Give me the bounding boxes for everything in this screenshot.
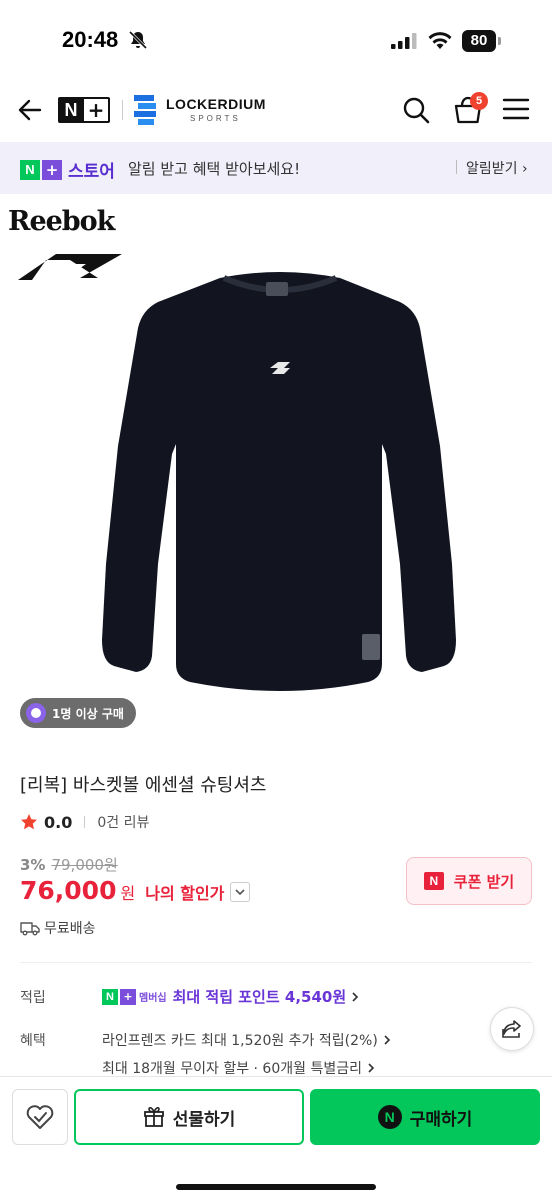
nplus-logo-plus: + bbox=[84, 99, 108, 121]
store-header: N + LOCKERDIUM SPORTS 5 bbox=[0, 80, 552, 142]
max-point-text: 최대 적립 포인트 4,540원 bbox=[172, 988, 347, 1006]
sale-price: 76,000 bbox=[20, 876, 117, 905]
brand-logo: Reebok bbox=[8, 206, 128, 280]
wifi-icon bbox=[428, 32, 452, 49]
store-logo-name: LOCKERDIUM bbox=[166, 96, 266, 112]
chevron-down-icon bbox=[235, 889, 245, 896]
rating-row[interactable]: 0.0 0건 리뷰 bbox=[20, 812, 149, 832]
discount-detail-toggle[interactable] bbox=[230, 882, 251, 902]
back-arrow-icon[interactable] bbox=[14, 94, 46, 126]
buy-button[interactable]: N 구매하기 bbox=[310, 1089, 540, 1145]
chevron-right-icon bbox=[352, 991, 359, 1002]
notice-separator bbox=[456, 160, 457, 174]
product-image bbox=[102, 272, 456, 691]
notification-banner[interactable]: N + 스토어 알림 받고 혜택 받아보세요! 알림받기 › bbox=[0, 142, 552, 194]
store-logo[interactable]: LOCKERDIUM SPORTS bbox=[134, 94, 266, 128]
price-unit: 원 bbox=[120, 884, 136, 903]
installment-benefit-row[interactable]: 최대 18개월 무이자 할부 · 60개월 특별금리 bbox=[102, 1058, 376, 1078]
battery-level: 80 bbox=[462, 30, 496, 52]
delivery-truck-icon bbox=[20, 922, 40, 936]
battery-icon: 80 bbox=[462, 30, 502, 52]
buy-button-label: 구매하기 bbox=[409, 1109, 473, 1130]
shipping-info: 무료배송 bbox=[20, 918, 96, 938]
discount-row: 3% 79,000원 bbox=[20, 854, 118, 875]
original-price: 79,000원 bbox=[51, 856, 118, 874]
product-image-gallery[interactable]: Reebok 1명 이상 구매 bbox=[0, 194, 552, 744]
nplus-logo-n: N bbox=[64, 100, 78, 120]
nplus-membership-badge: N + 멤버십 bbox=[102, 988, 167, 1005]
membership-n: N bbox=[102, 988, 118, 1005]
home-indicator[interactable] bbox=[176, 1184, 376, 1190]
section-divider bbox=[20, 962, 532, 963]
npay-icon: N bbox=[377, 1105, 402, 1129]
gift-button[interactable]: 선물하기 bbox=[74, 1089, 304, 1145]
notification-subscribe-link[interactable]: 알림받기 › bbox=[466, 158, 528, 178]
star-icon bbox=[21, 814, 37, 830]
hamburger-menu-icon[interactable] bbox=[502, 96, 530, 122]
purchase-chip-label: 1명 이상 구매 bbox=[52, 706, 124, 721]
search-icon[interactable] bbox=[400, 94, 432, 126]
bell-off-icon bbox=[128, 30, 148, 50]
nplus-store-brand: N + 스토어 bbox=[20, 157, 115, 182]
notice-text: 알림 받고 혜택 받아보세요! bbox=[128, 160, 301, 178]
header-divider bbox=[122, 100, 123, 120]
nplus-logo[interactable]: N + bbox=[58, 97, 110, 123]
brand-logo-text: Reebok bbox=[8, 206, 115, 237]
point-label: 적립 bbox=[20, 990, 46, 1006]
rating-value: 0.0 bbox=[44, 812, 73, 832]
rating-separator bbox=[84, 816, 86, 828]
membership-text: 멤버십 bbox=[139, 993, 167, 1004]
shipping-label: 무료배송 bbox=[44, 921, 96, 937]
notification-subscribe-label: 알림받기 bbox=[466, 161, 518, 177]
price-row: 76,000 원 나의 할인가 bbox=[20, 876, 251, 905]
nplus-store-label: 스토어 bbox=[68, 162, 115, 182]
card-benefit-text: 라인프렌즈 카드 최대 1,520원 추가 적립(2%) bbox=[102, 1033, 378, 1049]
chevron-right-icon bbox=[368, 1063, 375, 1073]
coupon-download-button[interactable]: N 쿠폰 받기 bbox=[406, 857, 532, 905]
my-discount-price-label: 나의 할인가 bbox=[145, 884, 225, 903]
coupon-label: 쿠폰 받기 bbox=[453, 872, 515, 891]
chevron-right-icon: › bbox=[521, 161, 528, 177]
card-benefit-row[interactable]: 라인프렌즈 카드 최대 1,520원 추가 적립(2%) bbox=[102, 1030, 392, 1050]
nplus-store-n: N bbox=[20, 159, 40, 180]
nplus-store-plus: + bbox=[42, 159, 62, 180]
coupon-n-icon: N bbox=[423, 872, 444, 890]
cart-count-badge: 5 bbox=[470, 92, 488, 110]
share-button[interactable] bbox=[490, 1007, 534, 1051]
status-time: 20:48 bbox=[62, 27, 119, 52]
review-count[interactable]: 0건 리뷰 bbox=[97, 812, 149, 832]
wishlist-button[interactable] bbox=[12, 1089, 68, 1145]
membership-plus: + bbox=[120, 988, 136, 1005]
installment-benefit-text: 최대 18개월 무이자 할부 · 60개월 특별금리 bbox=[102, 1061, 362, 1077]
chevron-right-icon bbox=[384, 1035, 390, 1045]
gift-button-label: 선물하기 bbox=[172, 1109, 236, 1130]
store-logo-sub: SPORTS bbox=[190, 114, 241, 123]
store-logo-mark-icon bbox=[134, 95, 156, 125]
cart-button[interactable]: 5 bbox=[450, 92, 488, 128]
discount-rate: 3% bbox=[20, 855, 46, 874]
share-icon bbox=[502, 1020, 521, 1038]
purchase-count-chip: 1명 이상 구매 bbox=[20, 698, 136, 728]
max-point-row[interactable]: N + 멤버십 최대 적립 포인트 4,540원 bbox=[102, 986, 360, 1007]
heart-check-icon bbox=[26, 1105, 54, 1129]
gift-icon bbox=[143, 1106, 164, 1127]
product-title: [리복] 바스켓볼 에센셜 슈팅셔츠 bbox=[20, 775, 267, 796]
purchase-chip-icon bbox=[26, 703, 46, 723]
cellular-signal-icon bbox=[391, 33, 417, 49]
purchase-bottom-bar: 선물하기 N 구매하기 bbox=[0, 1076, 552, 1200]
benefit-label: 혜택 bbox=[20, 1033, 46, 1049]
status-bar: 20:48 80 bbox=[0, 0, 552, 80]
